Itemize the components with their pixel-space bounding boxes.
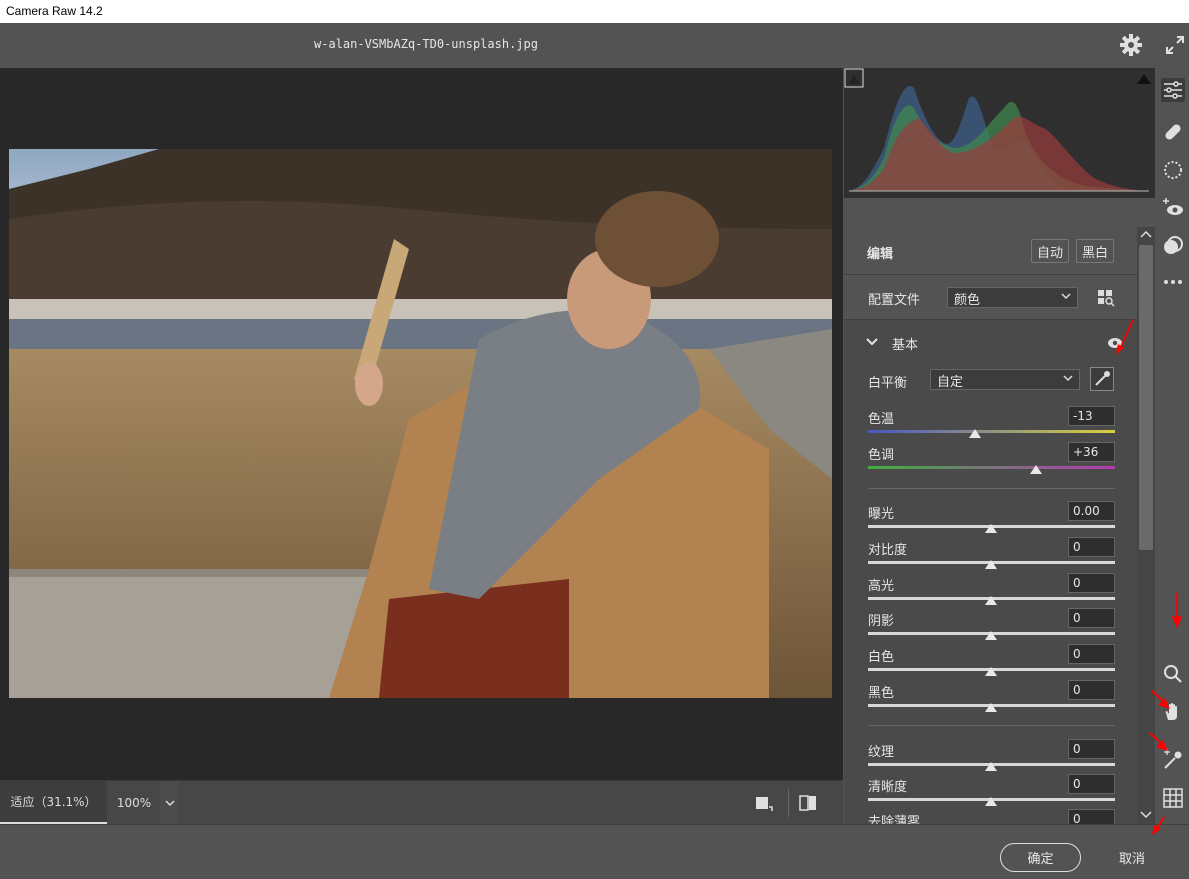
contrast-slider-thumb[interactable] — [985, 560, 997, 569]
clarity-value-field[interactable]: 0 — [1068, 774, 1115, 794]
footer-bar: 确定 取消 — [0, 824, 1189, 879]
temp-slider-track[interactable] — [868, 430, 1115, 433]
scroll-up-icon[interactable] — [1140, 231, 1152, 239]
shadows-value-field[interactable]: 0 — [1068, 608, 1115, 628]
shadows-slider-thumb[interactable] — [985, 631, 997, 640]
filename-label: w-alan-VSMbAZq-TD0-unsplash.jpg — [314, 37, 538, 51]
clarity-label: 清晰度 — [868, 780, 908, 795]
profile-label: 配置文件 — [868, 293, 921, 308]
highlights-label: 高光 — [868, 579, 895, 594]
wb-value: 自定 — [937, 375, 964, 390]
clarity-slider-thumb[interactable] — [985, 797, 997, 806]
edit-title: 编辑 — [867, 247, 894, 262]
eyedropper-icon — [1095, 371, 1110, 386]
highlights-value-field[interactable]: 0 — [1068, 573, 1115, 593]
whites-label: 白色 — [868, 650, 895, 665]
annotation-arrow-icon — [1171, 592, 1183, 629]
section-divider — [868, 725, 1115, 726]
histogram — [844, 68, 1155, 198]
profile-browser-icon[interactable] — [1097, 289, 1115, 307]
blacks-label: 黑色 — [868, 686, 895, 701]
bw-button[interactable]: 黑白 — [1076, 239, 1115, 263]
ok-button[interactable]: 确定 — [1000, 843, 1081, 872]
zoom-fit-button[interactable]: 适应（31.1%） — [0, 781, 107, 824]
gear-icon[interactable] — [1119, 33, 1143, 57]
section-divider — [868, 488, 1115, 489]
chevron-down-icon — [164, 799, 175, 806]
wb-label: 白平衡 — [868, 376, 908, 391]
annotation-arrow-icon — [1115, 319, 1134, 355]
before-after-icon[interactable] — [797, 792, 819, 814]
zoom-bar: 适应（31.1%） 100% — [0, 780, 843, 824]
crop-view-icon[interactable] — [752, 792, 774, 814]
profile-value: 颜色 — [954, 293, 981, 308]
whites-value-field[interactable]: 0 — [1068, 644, 1115, 664]
profile-row: 配置文件 颜色 — [844, 275, 1137, 320]
texture-value-field[interactable]: 0 — [1068, 739, 1115, 759]
exposure-value-field[interactable]: 0.00 — [1068, 501, 1115, 521]
header-bar: w-alan-VSMbAZq-TD0-unsplash.jpg — [0, 23, 1189, 68]
wb-select[interactable]: 自定 — [930, 369, 1080, 390]
divider — [788, 789, 789, 817]
masking-icon[interactable] — [1161, 158, 1185, 182]
zoom-dropdown[interactable] — [160, 781, 179, 824]
edit-header: 编辑 自动 黑白 — [844, 227, 1137, 275]
exposure-label: 曝光 — [868, 507, 895, 522]
tint-slider-thumb[interactable] — [1029, 465, 1042, 474]
chevron-down-icon — [1063, 375, 1073, 382]
fullscreen-icon[interactable] — [1163, 33, 1187, 57]
annotation-arrow-icon — [1149, 732, 1168, 751]
chevron-down-icon — [1061, 293, 1071, 300]
temp-slider-thumb[interactable] — [969, 429, 982, 438]
section-collapse-icon[interactable] — [866, 337, 878, 347]
basic-section-title[interactable]: 基本 — [892, 334, 918, 353]
presets-icon[interactable] — [1161, 234, 1185, 258]
annotation-arrow-icon — [1151, 690, 1170, 709]
blacks-value-field[interactable]: 0 — [1068, 680, 1115, 700]
contrast-value-field[interactable]: 0 — [1068, 537, 1115, 557]
profile-select[interactable]: 颜色 — [947, 287, 1078, 308]
cancel-button[interactable]: 取消 — [1100, 843, 1164, 872]
auto-button[interactable]: 自动 — [1031, 239, 1070, 263]
window-titlebar: Camera Raw 14.2 — [0, 0, 1189, 23]
wb-eyedropper-button[interactable] — [1090, 367, 1114, 391]
zoom-100-button[interactable]: 100% — [108, 781, 160, 824]
dehaze-value-field[interactable]: 0 — [1068, 809, 1115, 824]
temp-value-field[interactable]: -13 — [1068, 406, 1115, 426]
window-title: Camera Raw 14.2 — [6, 4, 103, 18]
temp-label: 色温 — [868, 412, 895, 427]
edit-sliders-icon[interactable] — [1161, 78, 1185, 102]
tint-label: 色调 — [868, 448, 895, 463]
annotation-arrow-icon — [1152, 816, 1165, 835]
texture-label: 纹理 — [868, 745, 895, 760]
exposure-slider-thumb[interactable] — [985, 524, 997, 533]
shadows-label: 阴影 — [868, 614, 895, 629]
edit-panel: 编辑 自动 黑白 配置文件 颜色 基本 白平衡 自定 色温 -13 色调 +36… — [844, 227, 1137, 824]
dehaze-label: 去除薄雾 — [868, 815, 921, 824]
tint-slider-track[interactable] — [868, 466, 1115, 469]
more-options-icon[interactable] — [1161, 270, 1185, 294]
highlights-slider-thumb[interactable] — [985, 596, 997, 605]
tint-value-field[interactable]: +36 — [1068, 442, 1115, 462]
texture-slider-thumb[interactable] — [985, 762, 997, 771]
blacks-slider-thumb[interactable] — [985, 703, 997, 712]
contrast-label: 对比度 — [868, 543, 908, 558]
healing-bandage-icon[interactable] — [1161, 120, 1185, 144]
red-eye-icon[interactable] — [1161, 196, 1185, 220]
photo-preview[interactable] — [9, 149, 832, 698]
histogram-info-strip — [844, 198, 1155, 227]
whites-slider-thumb[interactable] — [985, 667, 997, 676]
scroll-thumb[interactable] — [1139, 245, 1153, 550]
